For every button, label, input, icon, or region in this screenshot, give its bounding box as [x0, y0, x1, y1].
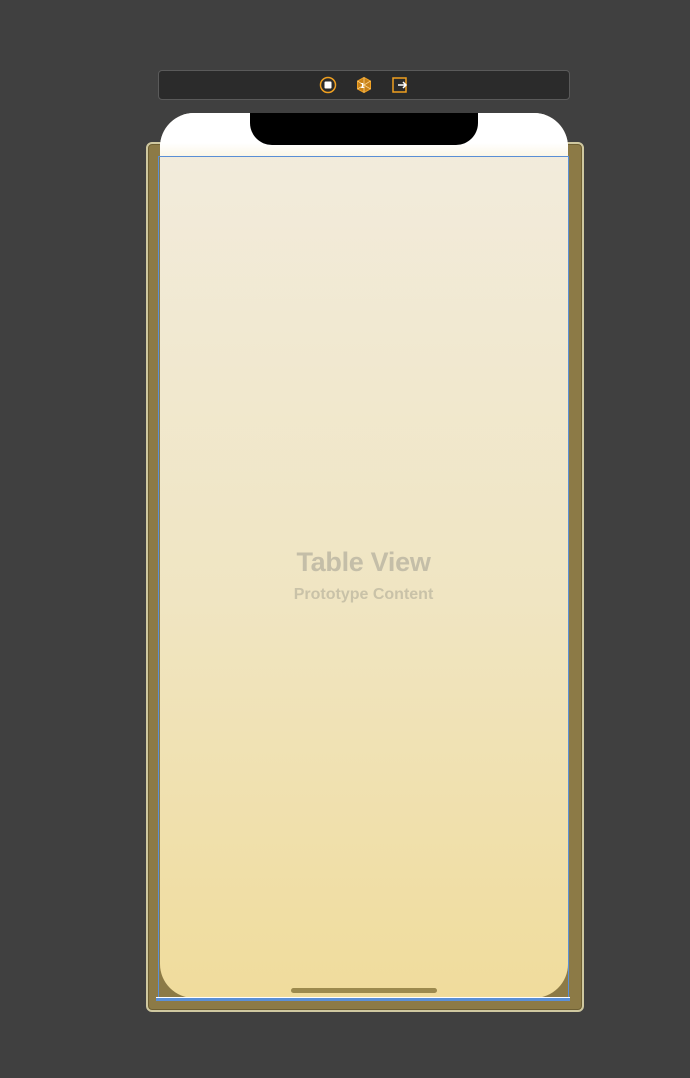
home-indicator — [291, 988, 437, 993]
table-view-subtitle: Prototype Content — [293, 586, 434, 603]
table-view-title: Table View — [296, 547, 431, 577]
exit-icon[interactable] — [391, 76, 409, 94]
table-view[interactable]: Table View Prototype Content — [158, 156, 569, 998]
status-bar-fade — [160, 143, 568, 157]
svg-text:1: 1 — [360, 82, 365, 90]
device-notch — [250, 113, 478, 145]
table-view-bottom-edge — [156, 997, 570, 1001]
scene-dock: 1 — [158, 70, 570, 100]
view-controller-icon[interactable] — [319, 76, 337, 94]
first-responder-icon[interactable]: 1 — [355, 76, 373, 94]
storyboard-canvas[interactable]: 1 Table View Prototype Content — [0, 0, 690, 1078]
table-placeholder: Table View Prototype Content — [159, 547, 568, 604]
